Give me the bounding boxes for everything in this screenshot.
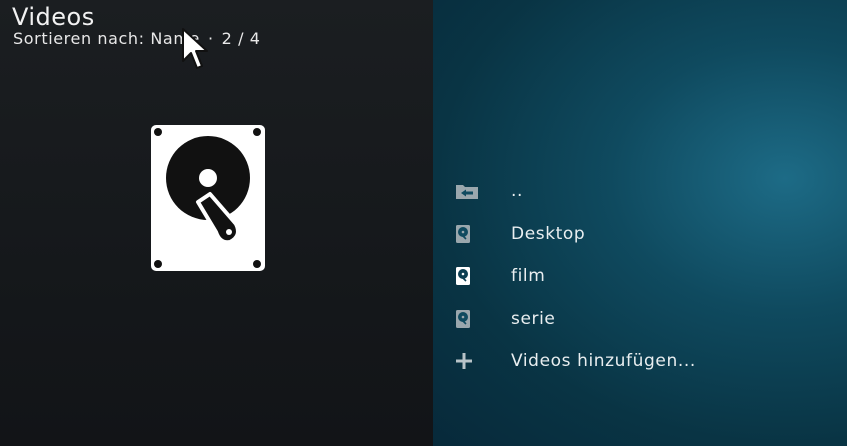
- list-item-label: Desktop: [511, 223, 586, 244]
- list-item-label: film: [511, 266, 546, 287]
- list-item-label: ..: [511, 181, 524, 202]
- list-item-label: Videos hinzufügen...: [511, 351, 696, 372]
- sort-info[interactable]: Sortieren nach: Name · 2 / 4: [13, 29, 261, 48]
- harddisk-icon: [150, 124, 266, 272]
- list-item-label: serie: [511, 308, 556, 329]
- list-item-film[interactable]: film: [455, 255, 825, 298]
- list-item-add-videos[interactable]: Videos hinzufügen...: [455, 340, 825, 383]
- list-item-parent[interactable]: ..: [455, 170, 825, 213]
- sort-label: Sortieren nach: Name: [13, 29, 200, 48]
- list-item-serie[interactable]: serie: [455, 298, 825, 341]
- folder-back-icon: [455, 181, 483, 201]
- plus-icon: [455, 351, 483, 371]
- page-title: Videos: [12, 3, 95, 31]
- harddisk-icon: [455, 266, 483, 286]
- mouse-cursor-icon: [181, 27, 211, 71]
- file-list: .. Desktop film serie Videos hinzufügen.…: [455, 170, 825, 383]
- harddisk-icon: [455, 224, 483, 244]
- list-item-desktop[interactable]: Desktop: [455, 213, 825, 256]
- item-position: 2 / 4: [221, 29, 261, 48]
- harddisk-icon: [455, 309, 483, 329]
